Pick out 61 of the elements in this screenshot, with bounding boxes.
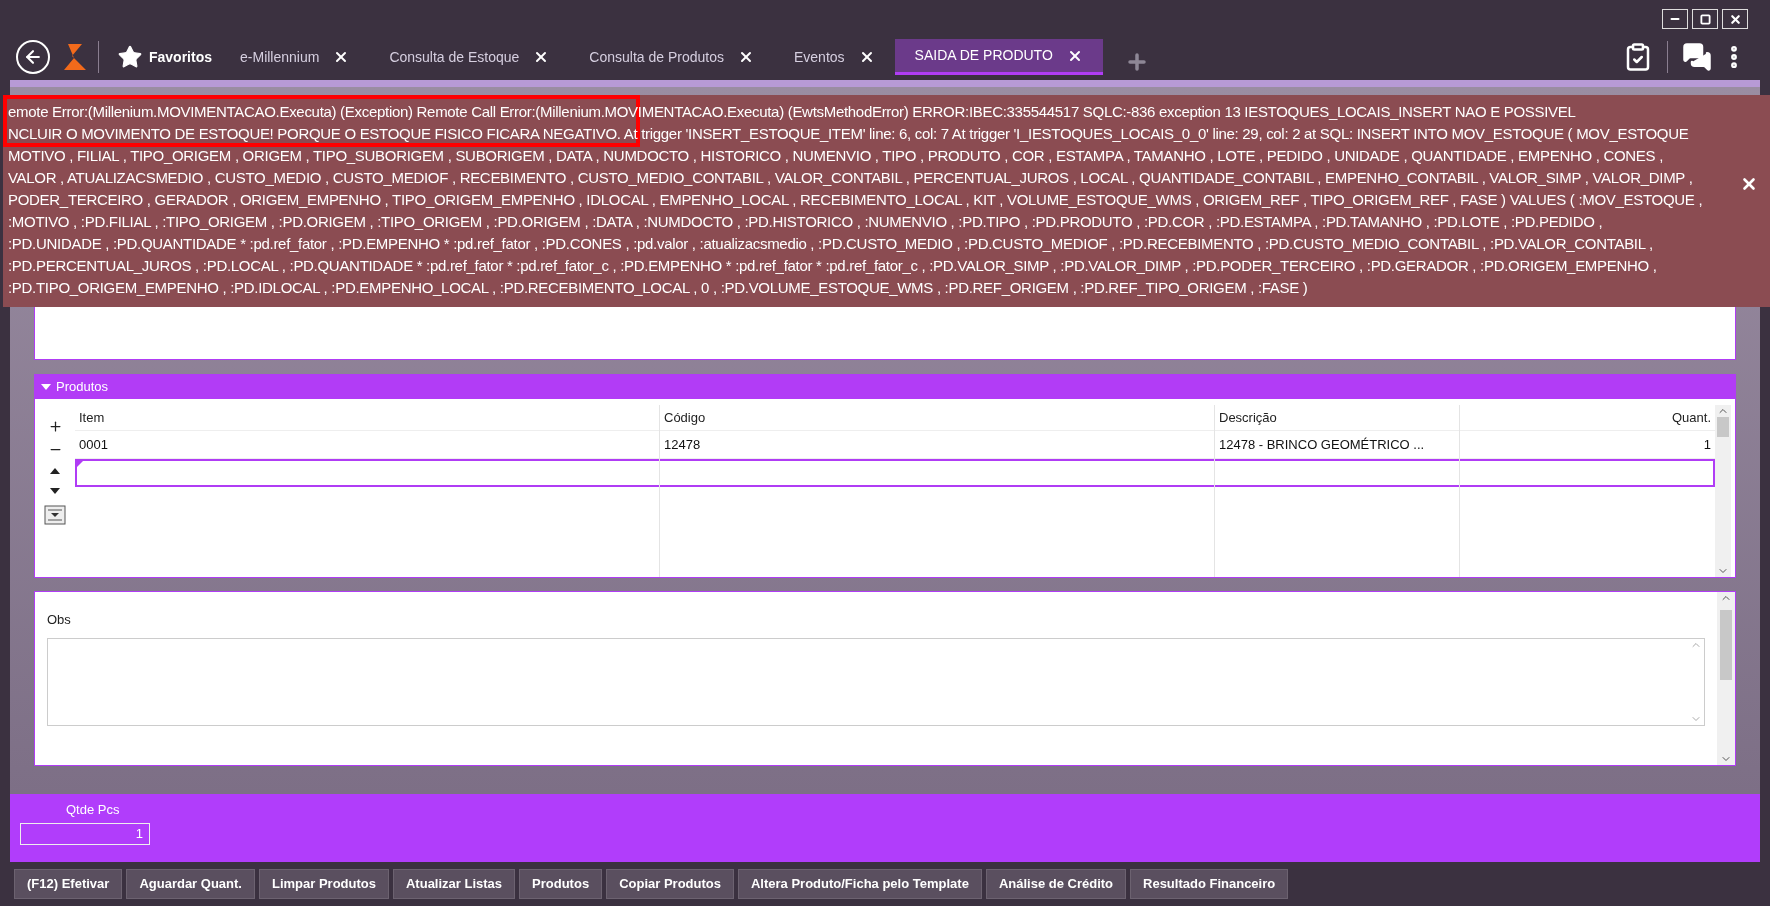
back-button[interactable] [16,40,50,74]
table-cell-text: 0001 [78,435,109,454]
column-header[interactable]: Código [660,405,1215,430]
section-header[interactable]: Produtos [35,375,1735,399]
tab[interactable]: Consulta de Estoque [369,39,570,75]
tab[interactable]: Consulta de Produtos [569,39,774,75]
error-text: :PD.TIPO_ORIGEM_EMPENHO , :PD.IDLOCAL , :PD.EMPENHO_LOCAL , :PD.RECEBIMENTO_LOCAL , 0 , :PD.VOLUME_ESTOQUE_WMS , :PD.REF_ORIGEM , :PD.REF_TIPO_ORIGEM , :FASE ) [8,278,1308,298]
chat-icon[interactable] [1682,42,1712,72]
error-text: :MOTIVO , :PD.FILIAL , :TIPO_ORIGEM , :PD.ORIGEM , :TIPO_ORIGEM , :PD.ORIGEM , :DATA , :NUMDOCTO , :PD.HISTORICO , :NUMENVIO , :PD.TIPO , :PD.PRODUTO , :PD.COR , :PD.ESTAMPA , :PD.TAMANHO , :PD.LOTE , :PD.PEDIDO , [8,212,1603,232]
error-text: MOTIVO , FILIAL , TIPO_ORIGEM , ORIGEM , TIPO_SUBORIGEM , SUBORIGEM , DATA , NUMDOCTO , HISTORICO , NUMENVIO , TIPO , PRODUTO , COR , ESTAMPA , TAMANHO , LOTE , PEDIDO , UNIDADE , QUANTIDADE , EMPENHO , CONES , [8,146,1663,166]
action-button[interactable]: Altera Produto/Ficha pelo Template [737,869,982,899]
tab-label: Consulta de Estoque [389,47,520,67]
maximize-icon [1699,13,1711,25]
add-icon[interactable] [47,419,63,434]
column-header[interactable]: Descrição [1215,405,1460,430]
action-button[interactable]: Copiar Produtos [606,869,734,899]
action-button[interactable]: Aguardar Quant. [126,869,255,899]
error-text: VALOR , ATUALIZACSMEDIO , CUSTO_MEDIO , CUSTO_MEDIOF , RECEBIMENTO , CUSTO_MEDIO_CONTABIL , VALOR_CONTABIL , PERCENTUAL_JUROS , LOCAL , QUANTIDADE_CONTABIL , EMPENHO_CONTABIL , VALOR_SIMP , VALOR_DIMP , [8,168,1693,188]
close-icon [1728,12,1742,26]
close-icon[interactable] [1740,175,1758,193]
tab-label: e-Millennium [240,47,320,67]
action-button[interactable]: Análise de Crédito [985,869,1126,899]
new-row[interactable] [75,459,1715,487]
scroll-thumb[interactable] [1717,417,1729,437]
table-row[interactable]: 0001 12478 12478 - BRINCO GEOMÉTRICO ... 1 [75,431,1715,459]
row-marker-icon [77,461,83,467]
error-text: :PD.UNIDADE , :PD.QUANTIDADE * :pd.ref_fator , :PD.EMPENHO * :pd.ref_fator , :PD.CONES , :pd.valor , :atualizacsmedio , :PD.CUSTO_MEDIO , :PD.CUSTO_MEDIOF , :PD.RECEBIMENTO , :PD.CUSTO_MEDIO_CONTABIL , :PD.VALOR_CONTABIL , [8,234,1653,254]
action-button[interactable]: Resultado Financeiro [1130,869,1289,899]
action-button[interactable]: Atualizar Listas [392,869,516,899]
field-label: Qtde Pcs [66,801,121,819]
tab[interactable]: SAIDA DE PRODUTO [894,39,1103,75]
section-title: Produtos [56,378,109,397]
scrollbar[interactable] [1717,592,1735,765]
error-text: :PD.PERCENTUAL_JUROS , :PD.LOCAL , :PD.QUANTIDADE * :pd.ref_fator * :pd.ref_fator_c , :PD.EMPENHO * :pd.ref_fator * :pd.ref_fator_c , :PD.VALOR_SIMP , :PD.VALOR_DIMP , :PD.PODER_TERCEIRO , :PD.GERADOR , :PD.ORIGEM_EMPENHO , [8,256,1657,276]
action-button[interactable]: (F12) Efetivar [14,869,123,899]
field-label: Obs [47,611,72,629]
scrollbar[interactable] [1715,405,1731,577]
scroll-thumb[interactable] [1720,610,1732,680]
tab[interactable]: Eventos [774,39,895,75]
column-header[interactable]: Quant. [1460,405,1715,430]
table-cell-text: 12478 - BRINCO GEOMÉTRICO ... [1218,435,1426,454]
minimize-button[interactable] [1662,9,1688,29]
logo-icon [62,42,88,72]
tab-label: Eventos [794,47,845,67]
tab-label: Consulta de Produtos [589,47,724,67]
quantity-field[interactable]: 1 [20,822,150,845]
tab[interactable]: e-Millennium [220,39,370,75]
action-button[interactable]: Produtos [519,869,603,899]
close-icon[interactable] [738,49,754,65]
column-header[interactable]: Item [75,405,660,430]
insert-row-icon[interactable] [44,505,66,525]
expand-icon [41,384,51,390]
table-cell-text: 12478 [663,435,702,454]
star-icon [117,44,143,70]
maximize-button[interactable] [1692,9,1718,29]
table-cell-text: 1 [1702,435,1712,454]
action-button[interactable]: Limpar Produtos [258,869,389,899]
error-text: PODER_TERCEIRO , GERADOR , ORIGEM_EMPENHO , TIPO_ORIGEM_EMPENHO , IDLOCAL , EMPENHO_LOCAL , RECEBIMENTO_LOCAL , KIT , VOLUME_ESTOQUE_WMS , ORIGEM_REF , TIPO_ORIGEM_REF , FASE ) VALUES ( :MOV_ESTOQUE , [8,190,1703,210]
close-button[interactable] [1722,9,1748,29]
favorites-tab[interactable]: Favoritos [109,39,220,75]
tab-label: SAIDA DE PRODUTO [914,46,1053,65]
